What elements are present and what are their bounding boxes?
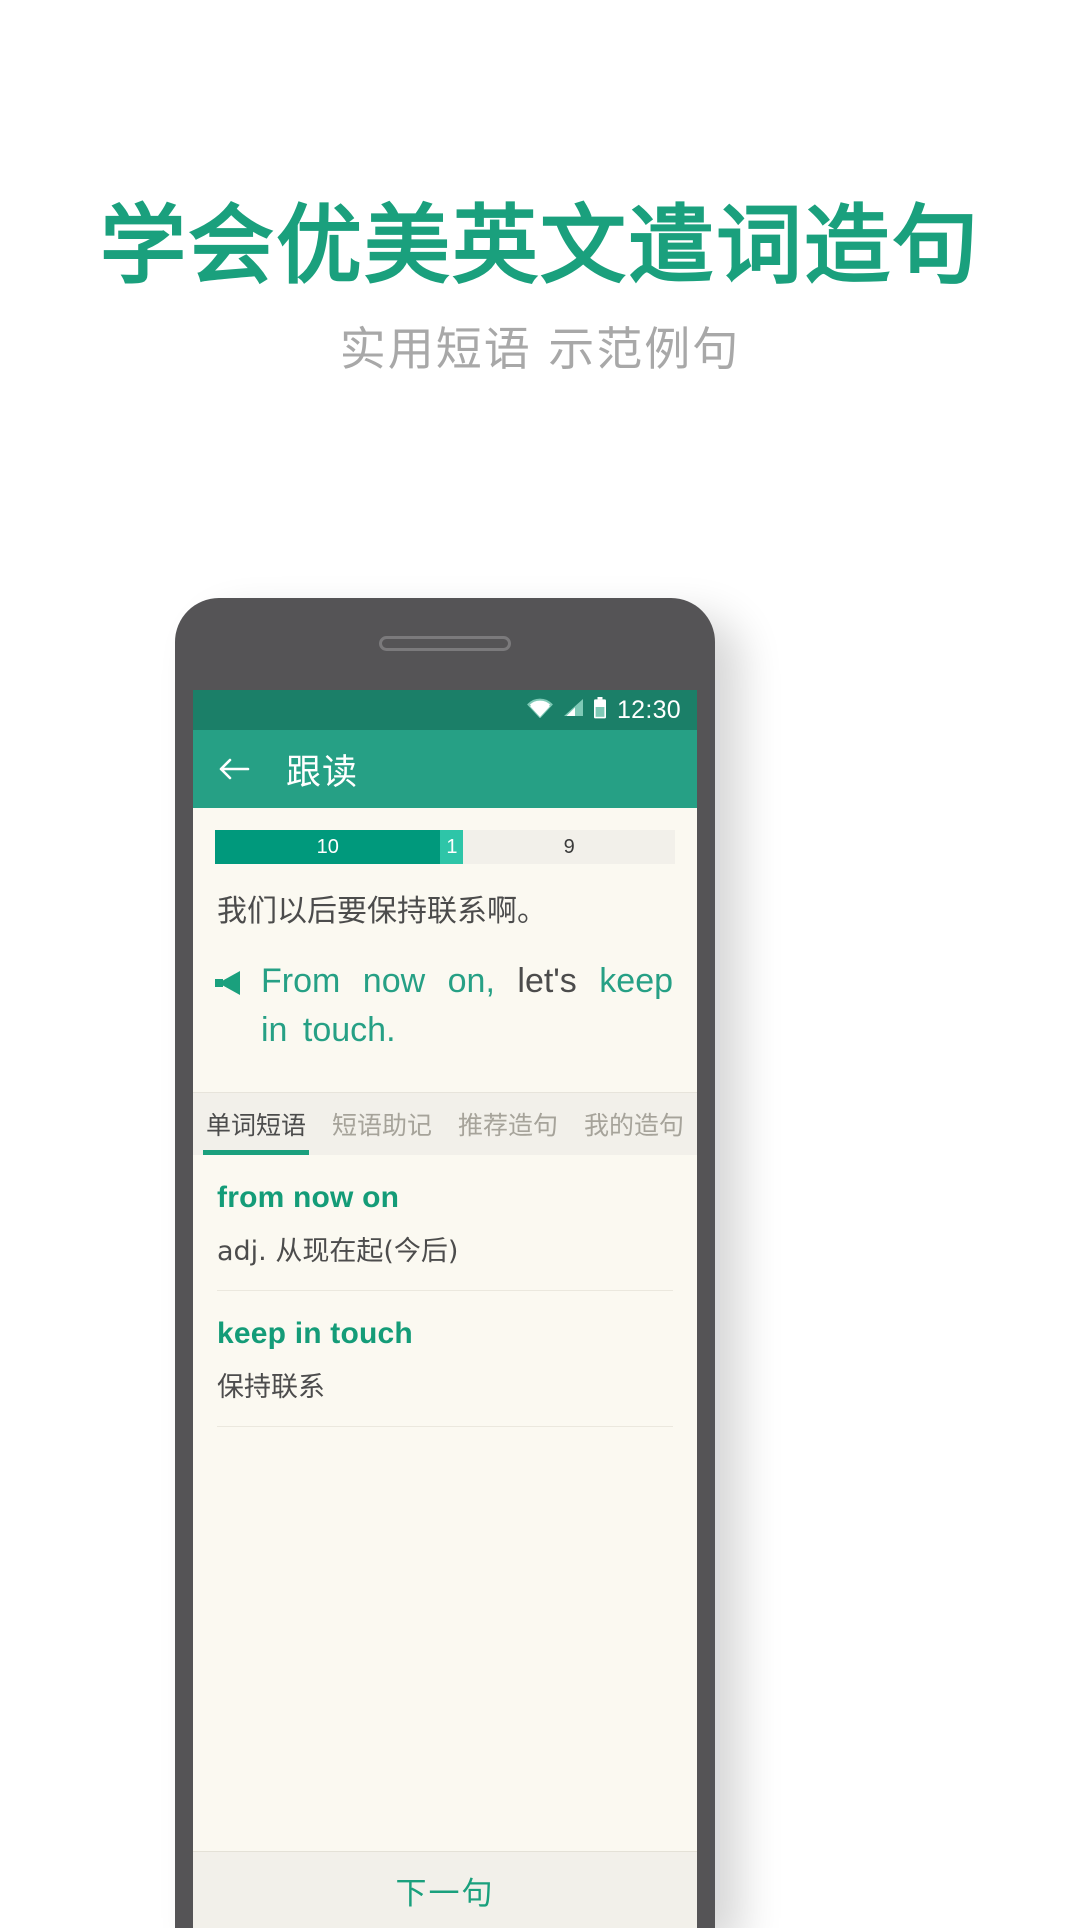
phrase-english: from now on <box>217 1180 400 1214</box>
speaker-icon[interactable] <box>213 969 243 1002</box>
list-item[interactable]: from now on adj. 从现在起(今后) <box>217 1155 673 1291</box>
phrase-chinese: adj. 从现在起(今后) <box>217 1235 459 1267</box>
page-title: 学会优美英文遣词造句 <box>100 196 980 296</box>
progress-segment-current: 1 <box>440 830 464 864</box>
tab-phrase-mnemonic[interactable]: 短语助记 <box>319 1093 445 1155</box>
app-bar: 跟读 <box>193 730 697 808</box>
battery-icon <box>593 696 607 724</box>
phone-mockup: 12:30 跟读 10 1 9 我们以后要保持联系啊。 From now on,… <box>175 598 715 1928</box>
signal-icon <box>562 698 584 722</box>
status-bar: 12:30 <box>193 690 697 730</box>
sentence-english: From now on, let's keep in touch. <box>261 957 673 1056</box>
phone-speaker-grille <box>379 636 511 651</box>
tab-bar: 单词短语 短语助记 推荐造句 我的造句 <box>193 1091 697 1155</box>
next-sentence-label: 下一句 <box>395 1875 495 1912</box>
app-bar-title: 跟读 <box>286 752 359 793</box>
wifi-icon <box>527 698 553 723</box>
status-bar-time: 12:30 <box>616 695 681 724</box>
list-item[interactable]: keep in touch 保持联系 <box>217 1291 673 1427</box>
promo-header: 学会优美英文遣词造句 实用短语 示范例句 <box>0 0 1080 378</box>
phone-screen: 12:30 跟读 10 1 9 我们以后要保持联系啊。 From now on,… <box>193 690 697 1928</box>
tab-my-sentences[interactable]: 我的造句 <box>571 1093 697 1155</box>
progress-bar: 10 1 9 <box>215 830 675 864</box>
sentence-part-highlight-1: From now on, <box>261 962 495 1000</box>
tab-recommended-sentences[interactable]: 推荐造句 <box>445 1093 571 1155</box>
next-sentence-button[interactable]: 下一句 <box>193 1851 697 1928</box>
back-arrow-icon[interactable] <box>215 750 253 788</box>
sentence-chinese: 我们以后要保持联系啊。 <box>217 894 547 929</box>
status-bar-icons <box>527 696 607 724</box>
phone-drop-shadow <box>700 640 830 1920</box>
sentence-part-plain: let's <box>517 962 577 1000</box>
progress-segment-remaining: 9 <box>463 830 675 864</box>
page-subtitle: 实用短语 示范例句 <box>339 322 741 377</box>
phrase-english: keep in touch <box>217 1316 413 1350</box>
phrase-chinese: 保持联系 <box>217 1371 325 1403</box>
phrase-list: from now on adj. 从现在起(今后) keep in touch … <box>193 1154 697 1427</box>
sentence-english-row[interactable]: From now on, let's keep in touch. <box>213 957 673 1056</box>
tab-word-phrases[interactable]: 单词短语 <box>193 1093 319 1155</box>
progress-segment-done: 10 <box>215 830 441 864</box>
